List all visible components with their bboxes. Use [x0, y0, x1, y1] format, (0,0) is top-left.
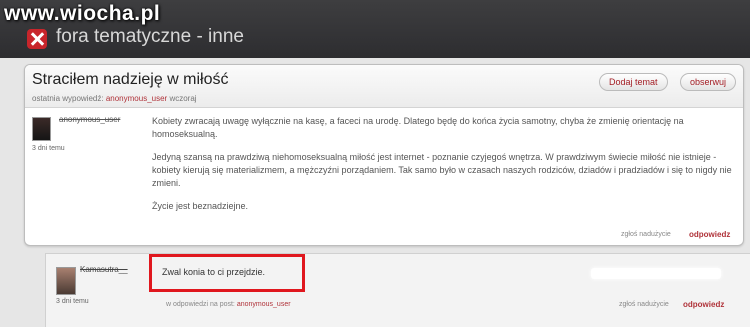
- thread-header: Straciłem nadzieję w miłość ostatnia wyp…: [25, 65, 743, 108]
- in-reply-info: w odpowiedzi na post: anonymous_user: [166, 301, 291, 308]
- post-paragraph: Życie jest beznadziejne.: [152, 201, 249, 211]
- watermark: www.wiocha.pl: [4, 2, 161, 25]
- reply-date: 3 dni temu: [56, 298, 89, 305]
- post-body: Kobiety zwracają uwagę wyłącznie na kasę…: [152, 115, 740, 223]
- reply-author-name[interactable]: Kamasutra__: [80, 265, 128, 274]
- reply-box: Kamasutra__ 3 dni temu Zwal konia to ci …: [45, 253, 750, 327]
- report-abuse-link[interactable]: zgłoś nadużycie: [621, 231, 671, 238]
- post-author-name[interactable]: anonymous_user: [59, 115, 120, 124]
- page: fora tematyczne - inne www.wiocha.pl Str…: [0, 0, 750, 327]
- last-reply-label: ostatnia wypowiedź:: [32, 94, 104, 103]
- reply-link[interactable]: odpowiedz: [689, 230, 730, 239]
- watch-button[interactable]: obserwuj: [680, 73, 737, 91]
- post-paragraph: Jedyną szansą na prawdziwą niehomoseksua…: [152, 152, 732, 188]
- redacted-area: [591, 268, 721, 279]
- avatar[interactable]: [56, 267, 76, 295]
- report-abuse-link[interactable]: zgłoś nadużycie: [619, 301, 669, 308]
- post-date: 3 dni temu: [32, 145, 65, 152]
- last-reply-time: wczoraj: [169, 94, 197, 103]
- post-paragraph: Kobiety zwracają uwagę wyłącznie na kasę…: [152, 116, 684, 139]
- reply-text: Zwal konia to ci przejdzie.: [162, 267, 266, 277]
- thread-title: Straciłem nadzieję w miłość: [32, 71, 229, 88]
- last-reply-info: ostatnia wypowiedź: anonymous_user wczor…: [32, 94, 197, 103]
- reply-link[interactable]: odpowiedz: [683, 300, 724, 309]
- thread-box: Straciłem nadzieję w miłość ostatnia wyp…: [24, 64, 744, 246]
- forum-section-title[interactable]: fora tematyczne - inne: [56, 26, 244, 48]
- in-reply-label: w odpowiedzi na post:: [166, 301, 235, 308]
- avatar[interactable]: [32, 117, 51, 141]
- add-topic-button[interactable]: Dodaj temat: [599, 73, 668, 91]
- in-reply-user-link[interactable]: anonymous_user: [237, 301, 291, 308]
- site-logo-icon[interactable]: [27, 29, 47, 49]
- last-reply-user-link[interactable]: anonymous_user: [106, 94, 167, 103]
